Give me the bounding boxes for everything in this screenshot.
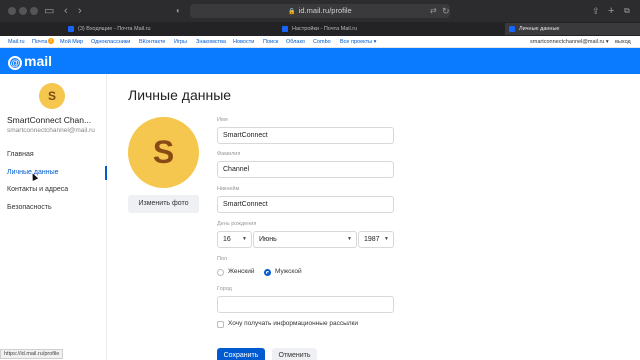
sidebar-toggle-icon[interactable]: ▭: [44, 0, 54, 22]
reload-icon[interactable]: ↻: [442, 0, 450, 22]
privacy-shield-icon[interactable]: ◐: [176, 0, 181, 22]
first-name-label: Имя: [217, 117, 228, 123]
portal-link-mail[interactable]: Почта 1: [32, 36, 54, 48]
sidebar-item-security[interactable]: Безопасность: [0, 201, 107, 215]
mail-favicon-icon: [68, 26, 74, 32]
cancel-button[interactable]: Отменить: [272, 348, 317, 360]
save-button[interactable]: Сохранить: [217, 348, 265, 360]
gender-label: Пол: [217, 256, 228, 262]
gender-female-label[interactable]: Женский: [228, 268, 254, 275]
birth-year-value: 1987: [364, 236, 380, 243]
birth-year-select[interactable]: 1987 ▼: [358, 231, 394, 248]
at-logo-icon: @: [8, 56, 22, 70]
profile-page: S SmartConnect Chan... smartconnectchann…: [0, 74, 640, 360]
last-name-field[interactable]: Channel: [217, 161, 394, 178]
sidebar-item-personal-data[interactable]: Личные данные: [0, 166, 107, 180]
birth-month-select[interactable]: Июнь ▼: [253, 231, 357, 248]
birth-month-value: Июнь: [259, 236, 277, 243]
forward-icon[interactable]: ›: [78, 0, 82, 22]
close-window-button[interactable]: [8, 7, 16, 15]
sidebar-item-home[interactable]: Главная: [0, 148, 107, 162]
tab-inbox[interactable]: (3) Входящие - Почта Mail.ru: [64, 23, 214, 35]
mail-favicon-icon: [282, 26, 288, 32]
maximize-window-button[interactable]: [30, 7, 38, 15]
gender-female-radio[interactable]: [217, 269, 224, 276]
unread-count-badge: 1: [48, 38, 54, 44]
portal-link-mailru[interactable]: Mail.ru: [8, 36, 25, 48]
birth-day-select[interactable]: 16 ▼: [217, 231, 252, 248]
portal-link-moy-mir[interactable]: Мой Мир: [60, 36, 83, 48]
portal-link-combo[interactable]: Combo: [313, 36, 331, 48]
chevron-down-icon: ▼: [347, 236, 352, 242]
nickname-field[interactable]: SmartConnect: [217, 196, 394, 213]
user-menu[interactable]: smartconnectchannel@mail.ru ▾: [530, 36, 609, 48]
address-bar-url: id.mail.ru/profile: [298, 6, 352, 15]
profile-avatar[interactable]: S: [128, 117, 199, 188]
portal-link-news[interactable]: Новости: [233, 36, 254, 48]
newsletter-label[interactable]: Хочу получать информационные рассылки: [228, 320, 358, 327]
portal-link-label: Почта: [32, 39, 48, 45]
gender-male-label[interactable]: Мужской: [275, 268, 302, 275]
lock-icon: 🔒: [288, 9, 296, 15]
chevron-down-icon: ▼: [242, 236, 247, 242]
translate-icon[interactable]: ⇄: [430, 0, 437, 22]
nickname-label: Никнейм: [217, 186, 240, 192]
status-bar-link: https://id.mail.ru/profile: [0, 349, 64, 359]
logo-text: mail: [24, 53, 53, 69]
sidebar-item-contacts[interactable]: Контакты и адреса: [0, 183, 107, 197]
new-tab-icon[interactable]: +: [608, 0, 614, 22]
user-email: smartconnectchannel@mail.ru: [7, 127, 95, 134]
browser-toolbar: ▭ ‹ › ◐ 🔒 id.mail.ru/profile ⇄ ↻ ⇪ + ⧉: [0, 0, 640, 22]
back-icon[interactable]: ‹: [64, 0, 68, 22]
portal-link-ok[interactable]: Одноклассники: [91, 36, 130, 48]
share-icon[interactable]: ⇪: [592, 0, 600, 22]
tab-label: Настройки - Почта Mail.ru: [292, 26, 358, 32]
avatar[interactable]: S: [39, 83, 65, 109]
portal-link-games[interactable]: Игры: [174, 36, 187, 48]
tab-bar: (3) Входящие - Почта Mail.ru Настройки -…: [0, 22, 640, 36]
portal-link-vk[interactable]: ВКонтакте: [139, 36, 165, 48]
birthday-label: День рождения: [217, 221, 257, 227]
browser-window: ▭ ‹ › ◐ 🔒 id.mail.ru/profile ⇄ ↻ ⇪ + ⧉ (3…: [0, 0, 640, 360]
minimize-window-button[interactable]: [19, 7, 27, 15]
gender-male-radio[interactable]: [264, 269, 271, 276]
portal-nav: Mail.ru Почта 1 Мой Мир Одноклассники ВКо…: [0, 36, 640, 48]
tab-personal-data[interactable]: Личные данные: [505, 23, 640, 35]
tab-settings[interactable]: Настройки - Почта Mail.ru: [278, 23, 428, 35]
portal-link-dating[interactable]: Знакомства: [196, 36, 226, 48]
sidebar: S SmartConnect Chan... smartconnectchann…: [0, 74, 107, 360]
portal-link-all-projects[interactable]: Все проекты ▾: [340, 36, 376, 48]
chevron-down-icon: ▼: [384, 236, 389, 242]
mail-logo[interactable]: @ mail: [8, 52, 52, 70]
change-photo-button[interactable]: Изменить фото: [128, 195, 199, 213]
logout-link[interactable]: выход: [615, 36, 631, 48]
first-name-field[interactable]: SmartConnect: [217, 127, 394, 144]
user-name: SmartConnect Chan...: [7, 115, 92, 125]
city-field[interactable]: [217, 296, 394, 313]
address-bar[interactable]: 🔒 id.mail.ru/profile: [190, 4, 450, 18]
main-content: Личные данные S Изменить фото Имя SmartC…: [107, 74, 640, 360]
mail-header: @ mail: [0, 48, 640, 74]
tab-label: Личные данные: [519, 26, 560, 32]
tab-label: (3) Входящие - Почта Mail.ru: [78, 26, 151, 32]
tab-overview-icon[interactable]: ⧉: [624, 0, 630, 22]
portal-link-cloud[interactable]: Облако: [286, 36, 305, 48]
birth-day-value: 16: [223, 236, 231, 243]
newsletter-checkbox[interactable]: [217, 321, 224, 328]
last-name-label: Фамилия: [217, 151, 241, 157]
city-label: Город: [217, 286, 232, 292]
mail-favicon-icon: [509, 26, 515, 32]
page-title: Личные данные: [128, 87, 232, 103]
portal-link-search[interactable]: Поиск: [263, 36, 278, 48]
